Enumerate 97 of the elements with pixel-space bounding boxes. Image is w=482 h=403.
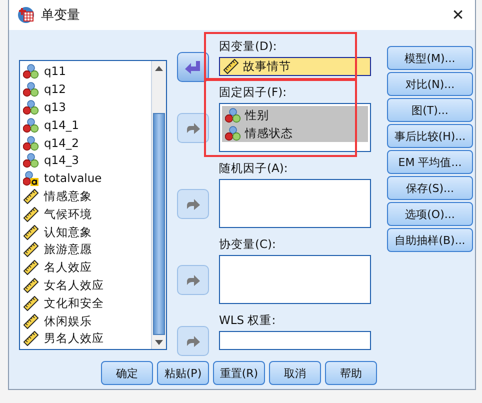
dialog-button[interactable]: 取消 [269,361,321,385]
box-item[interactable]: 情感状态 [222,124,368,142]
ruler-icon [223,59,239,74]
dialog-button[interactable]: 选项(O)... [387,202,473,226]
move-button[interactable] [177,264,209,294]
dialog-button[interactable]: 图(T)... [387,98,473,122]
nominal-variable-icon [23,82,39,98]
variable-item[interactable]: q14_3 [20,152,151,170]
variable-box[interactable]: 性别 情感状态 [219,103,371,152]
variable-name: 男名人效应 [44,332,104,346]
dialog-button[interactable]: EM 平均值... [387,150,473,174]
nominal-variable-icon [23,100,39,115]
variable-item[interactable]: q13 [20,98,151,116]
scroll-up-icon[interactable] [155,66,163,70]
variable-item[interactable]: 女名人效应 [20,276,151,294]
move-button[interactable] [177,112,209,142]
variable-name: 认知意象 [44,226,92,239]
variable-box[interactable] [219,255,371,304]
dialog-button[interactable]: 确定 [101,361,153,385]
right-arrow-icon [186,334,200,346]
dialog-button[interactable]: 粘贴(P) [157,361,209,385]
dialog-button[interactable]: 对比(N)... [387,72,473,96]
variable-name: 名人效应 [44,261,92,274]
nominal-variable-icon [23,64,39,80]
string-variable-icon [23,171,39,186]
variable-name: 休闲娱乐 [44,314,92,328]
ruler-icon [23,278,39,293]
field-item[interactable]: 故事情节 [220,58,291,76]
variable-name: q12 [44,83,66,96]
nominal-variable-icon [23,118,39,133]
window-title: 单变量 [41,8,81,22]
variable-name: 女名人效应 [44,278,104,292]
move-button[interactable] [177,188,209,218]
right-arrow-icon [186,274,200,286]
variable-item[interactable]: q11 [20,63,151,81]
dialog-button[interactable]: 自助抽样(B)... [387,228,473,252]
nominal-variable-icon [23,136,39,151]
nominal-variable-icon [225,108,241,122]
field-label: 固定因子(F): [219,86,286,99]
variable-item[interactable]: 认知意象 [20,223,151,241]
dialog-button[interactable]: 帮助 [325,361,377,385]
dialog-button[interactable]: 保存(S)... [387,176,473,200]
variable-item[interactable]: q12 [20,80,151,99]
ruler-icon [23,296,39,311]
ruler-icon [23,260,39,276]
scrollbar[interactable] [151,61,166,349]
variable-item[interactable]: q14_2 [20,134,151,152]
variable-name: q13 [44,100,66,114]
variable-item[interactable]: 文化和安全 [20,294,151,312]
variable-name: 旅游意愿 [44,243,92,256]
ruler-icon [23,188,39,204]
variable-item[interactable]: 旅游意愿 [20,240,151,259]
variable-item[interactable]: 男名人效应 [20,330,151,348]
dialog-button[interactable]: 事后比较(H)... [387,124,473,148]
variable-name: q11 [44,65,66,78]
variable-item[interactable]: 名人效应 [20,258,151,277]
field-label: WLS 权重: [219,314,276,327]
scroll-down-icon[interactable] [155,340,163,344]
ruler-icon [23,314,39,329]
field-label: 因变量(D): [219,40,277,53]
dialog-button[interactable]: 模型(M)... [387,46,473,70]
variable-name: 情感意象 [44,190,92,203]
move-button[interactable] [177,52,209,82]
variable-name: 文化和安全 [44,296,104,310]
dialog-button[interactable]: 重置(R) [213,361,265,385]
box-item[interactable]: 性别 [222,106,368,124]
variable-name: totalvalue [44,172,102,186]
field-label: 随机因子(A): [219,162,288,175]
variable-name: 性别 [245,108,269,122]
ruler-icon [23,331,39,346]
variable-name: q14_1 [44,118,79,132]
nominal-variable-icon [23,153,39,168]
variable-name: q14_2 [44,136,79,150]
variable-name: 气候环境 [44,208,92,221]
variable-item[interactable]: 情感意象 [20,188,151,206]
variable-name: 情感状态 [245,126,293,140]
variable-item[interactable]: 休闲娱乐 [20,312,151,330]
input-field[interactable]: 故事情节 [219,57,371,76]
variable-box[interactable] [219,179,371,228]
right-arrow-icon [186,122,200,134]
variable-item[interactable]: 气候环境 [20,205,151,224]
nominal-variable-icon [225,126,241,140]
variable-name: q14_3 [44,154,79,168]
field-label: 协变量(C): [219,238,276,251]
variable-name: 故事情节 [243,60,291,73]
move-button[interactable] [177,326,209,356]
variable-item[interactable]: totalvalue [20,170,151,188]
ruler-icon [23,224,39,240]
variable-item[interactable]: q14_1 [20,116,151,134]
scroll-thumb[interactable] [153,113,165,335]
right-arrow-icon [186,198,200,210]
left-arrow-icon [185,60,201,74]
ruler-icon [23,206,39,222]
close-button[interactable]: ✕ [441,8,475,22]
app-icon [17,6,35,24]
ruler-icon [23,242,39,258]
input-field[interactable] [219,331,371,350]
